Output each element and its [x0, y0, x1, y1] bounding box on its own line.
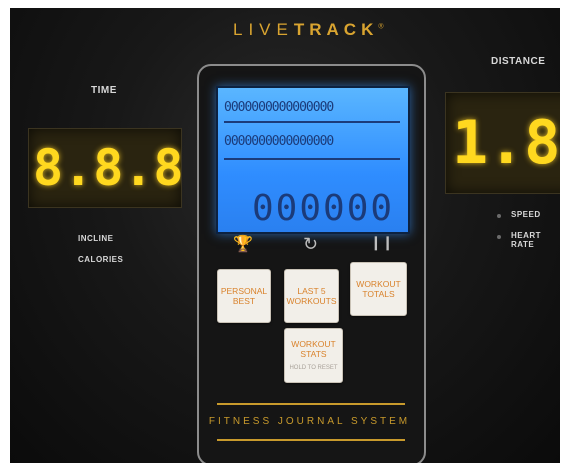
speed-label: SPEED: [511, 210, 541, 219]
lcd-divider: [224, 158, 400, 160]
lcd-row-1: 0000000000000000: [224, 100, 334, 115]
lcd-main-readout: 000000: [252, 188, 395, 229]
distance-label: DISTANCE: [491, 56, 546, 67]
incline-label: INCLINE: [78, 234, 114, 243]
time-display: 8.8.8.8.: [28, 128, 182, 208]
fitness-journal-system-label: FITNESS JOURNAL SYSTEM: [208, 416, 411, 427]
gold-divider-bottom: [217, 439, 405, 441]
speed-indicator-dot: [497, 214, 501, 218]
bar-graph-icon: ❙❙: [370, 234, 394, 250]
personal-best-button[interactable]: PERSONAL BEST: [217, 269, 271, 323]
time-label: TIME: [91, 85, 117, 96]
distance-display: 1.8.8.: [445, 92, 560, 194]
brand-logo: LIVETRACK®: [233, 20, 390, 39]
hold-to-reset-hint: HOLD TO RESET: [289, 364, 338, 371]
heart-rate-label: HEART RATE: [511, 231, 542, 249]
treadmill-console-panel: LIVETRACK® TIME 8.8.8.8. INCLINE CALORIE…: [10, 8, 560, 463]
lcd-row-2: 0000000000000000: [224, 134, 334, 149]
calories-label: CALORIES: [78, 255, 124, 264]
workout-totals-button[interactable]: WORKOUT TOTALS: [350, 262, 407, 316]
workout-stats-button[interactable]: WORKOUT STATS HOLD TO RESET: [284, 328, 343, 383]
circular-arrow-icon: ↻: [303, 234, 319, 254]
gold-divider-top: [217, 403, 405, 405]
fitness-journal-console: 0000000000000000 0000000000000000 000000…: [197, 64, 426, 463]
lcd-screen: 0000000000000000 0000000000000000 000000: [216, 86, 410, 234]
workout-stats-label: WORKOUT STATS: [291, 338, 336, 359]
heart-rate-indicator-dot: [497, 235, 501, 239]
trophy-icon: 🏆: [233, 236, 253, 253]
last-5-workouts-button[interactable]: LAST 5 WORKOUTS: [284, 269, 339, 323]
lcd-divider: [224, 121, 400, 123]
